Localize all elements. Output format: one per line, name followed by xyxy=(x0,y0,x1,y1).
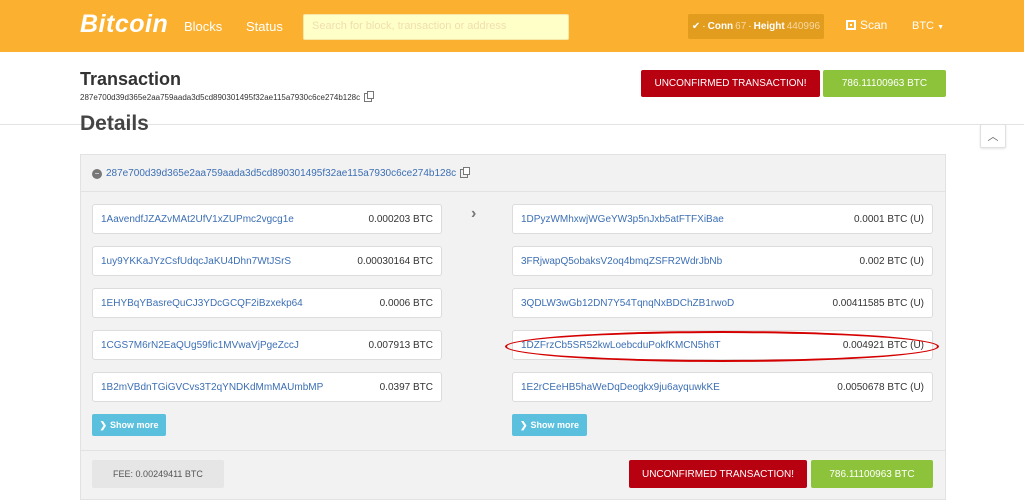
input-address-link[interactable]: 1EHYBqYBasreQuCJ3YDcGCQF2iBzxekp64 xyxy=(101,298,303,309)
input-address-link[interactable]: 1AavendfJZAZvMAt2UfV1xZUPmc2vgcg1e xyxy=(101,214,294,225)
page-title: Transaction xyxy=(80,69,182,89)
details-heading: Details xyxy=(80,112,149,135)
conn-label: Conn xyxy=(707,21,734,32)
input-address-link[interactable]: 1uy9YKKaJYzCsfUdqcJaKU4Dhn7WtJSrS xyxy=(101,256,291,267)
output-amount: 0.004921 BTC (U) xyxy=(842,340,924,351)
txid-text: 287e700d39d365e2aa759aada3d5cd890301495f… xyxy=(80,93,361,102)
chevron-up-icon: ︿ xyxy=(987,131,999,143)
input-row: 1uy9YKKaJYzCsfUdqcJaKU4Dhn7WtJSrS 0.0003… xyxy=(92,246,442,276)
copy-icon[interactable] xyxy=(460,167,471,178)
input-row: 1B2mVBdnTGiGVCvs3T2qYNDKdMmMAUmbMP 0.039… xyxy=(92,372,442,402)
height-value: 440996 xyxy=(786,21,821,32)
currency-label: BTC xyxy=(912,20,934,32)
output-amount: 0.0001 BTC (U) xyxy=(853,214,924,225)
caret-down-icon: ▼ xyxy=(937,24,944,31)
output-amount: 0.0050678 BTC (U) xyxy=(837,382,924,393)
input-row: 1EHYBqYBasreQuCJ3YDcGCQF2iBzxekp64 0.000… xyxy=(92,288,442,318)
output-address-link[interactable]: 3QDLW3wGb12DN7Y54TqnqNxBDChZB1rwoD xyxy=(521,298,734,309)
output-address-link[interactable]: 1E2rCEeHB5haWeDqDeogkx9ju6ayquwkKE xyxy=(521,382,720,393)
input-amount: 0.0006 BTC xyxy=(379,298,433,309)
input-row: 1CGS7M6rN2EaQUg59fic1MVwaVjPgeZccJ 0.007… xyxy=(92,330,442,360)
footer-unconfirmed-badge: UNCONFIRMED TRANSACTION! xyxy=(629,460,807,488)
total-amount-badge: 786.11100963 BTC xyxy=(823,70,946,97)
check-icon: ✔ xyxy=(691,21,701,32)
show-more-label: Show more xyxy=(110,420,159,430)
chevron-down-icon: ❯ xyxy=(519,419,528,430)
output-address-link[interactable]: 3FRjwapQ5obaksV2oq4bmqZSFR2WdrJbNb xyxy=(521,256,722,267)
height-label: Height xyxy=(753,21,785,32)
input-amount: 0.00030164 BTC xyxy=(357,256,433,267)
connection-status-badge: ✔ · Conn 67 · Height 440996 xyxy=(688,14,824,39)
output-row: 1E2rCEeHB5haWeDqDeogkx9ju6ayquwkKE 0.005… xyxy=(512,372,933,402)
search-input[interactable]: Search for block, transaction or address xyxy=(303,14,569,40)
unconfirmed-badge: UNCONFIRMED TRANSACTION! xyxy=(641,70,820,97)
output-amount: 0.002 BTC (U) xyxy=(859,256,924,267)
qrcode-icon xyxy=(846,20,856,30)
fee-badge: FEE: 0.00249411 BTC xyxy=(92,460,224,488)
output-row: 1DZFrzCb5SR52kwLoebcduPokfKMCN5h6T 0.004… xyxy=(512,330,933,360)
input-address-link[interactable]: 1CGS7M6rN2EaQUg59fic1MVwaVjPgeZccJ xyxy=(101,340,299,351)
chevron-right-icon: › xyxy=(471,205,477,222)
panel-header: − 287e700d39d365e2aa759aada3d5cd89030149… xyxy=(81,155,945,192)
currency-dropdown[interactable]: BTC ▼ xyxy=(912,20,944,32)
scroll-to-top-button[interactable]: ︿ xyxy=(980,124,1006,148)
input-amount: 0.000203 BTC xyxy=(368,214,434,225)
scan-button[interactable]: Scan xyxy=(846,18,887,32)
output-amount: 0.00411585 BTC (U) xyxy=(832,298,924,309)
top-navbar: Bitcoin Blocks Status Search for block, … xyxy=(0,0,1024,52)
panel-txid: − 287e700d39d365e2aa759aada3d5cd89030149… xyxy=(92,167,471,179)
input-amount: 0.0397 BTC xyxy=(379,382,433,393)
output-address-link[interactable]: 1DPyzWMhxwjWGeYW3p5nJxb5atFTFXiBae xyxy=(521,214,724,225)
show-more-label: Show more xyxy=(530,420,580,430)
page-header: Transaction 287e700d39d365e2aa759aada3d5… xyxy=(0,52,1024,125)
chevron-down-icon: ❯ xyxy=(99,419,108,430)
scan-label: Scan xyxy=(860,18,888,32)
nav-blocks-link[interactable]: Blocks xyxy=(184,19,222,34)
input-row: 1AavendfJZAZvMAt2UfV1xZUPmc2vgcg1e 0.000… xyxy=(92,204,442,234)
minus-circle-icon[interactable]: − xyxy=(92,168,102,179)
outputs-show-more-button[interactable]: ❯ Show more xyxy=(512,414,587,436)
inputs-show-more-button[interactable]: ❯ Show more xyxy=(92,414,166,436)
header-txid: 287e700d39d365e2aa759aada3d5cd890301495f… xyxy=(80,91,375,102)
copy-icon[interactable] xyxy=(364,91,375,102)
output-address-link[interactable]: 1DZFrzCb5SR52kwLoebcduPokfKMCN5h6T xyxy=(521,340,721,351)
conn-value: 67 xyxy=(735,21,747,32)
brand-logo[interactable]: Bitcoin xyxy=(80,10,168,39)
output-row: 3FRjwapQ5obaksV2oq4bmqZSFR2WdrJbNb 0.002… xyxy=(512,246,933,276)
footer-total-amount-badge: 786.11100963 BTC xyxy=(811,460,933,488)
input-address-link[interactable]: 1B2mVBdnTGiGVCvs3T2qYNDKdMmMAUmbMP xyxy=(101,382,323,393)
output-row: 1DPyzWMhxwjWGeYW3p5nJxb5atFTFXiBae 0.000… xyxy=(512,204,933,234)
input-amount: 0.007913 BTC xyxy=(368,340,434,351)
output-row: 3QDLW3wGb12DN7Y54TqnqNxBDChZB1rwoD 0.004… xyxy=(512,288,933,318)
nav-status-link[interactable]: Status xyxy=(246,19,283,34)
panel-txid-link[interactable]: 287e700d39d365e2aa759aada3d5cd890301495f… xyxy=(106,168,456,179)
